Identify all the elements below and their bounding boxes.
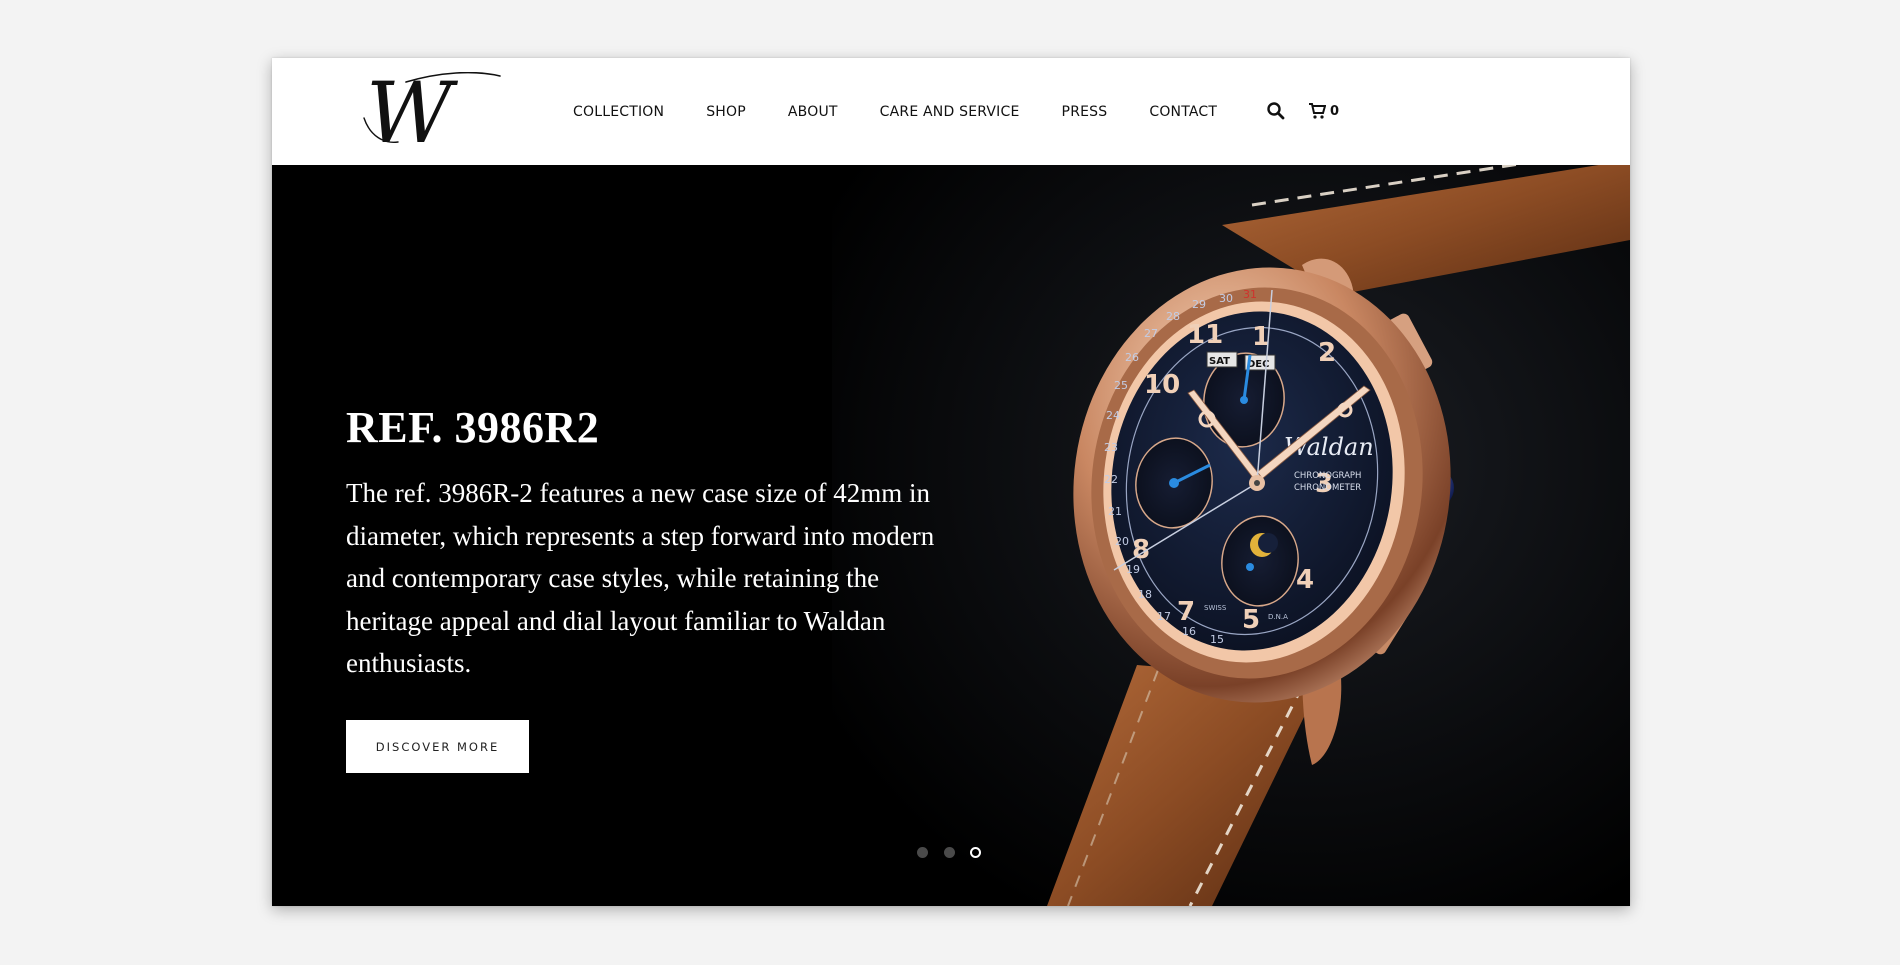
nav-about[interactable]: ABOUT bbox=[788, 104, 838, 120]
svg-text:21: 21 bbox=[1108, 505, 1122, 518]
svg-text:15: 15 bbox=[1210, 633, 1224, 646]
svg-text:CHRONOMETER: CHRONOMETER bbox=[1294, 483, 1361, 493]
svg-text:7: 7 bbox=[1177, 597, 1195, 627]
cart-button[interactable]: 0 bbox=[1308, 100, 1339, 122]
svg-text:18: 18 bbox=[1138, 588, 1152, 601]
logo-letter: W bbox=[366, 72, 459, 152]
svg-text:D.N.A: D.N.A bbox=[1268, 613, 1288, 621]
svg-text:SAT: SAT bbox=[1209, 356, 1230, 367]
svg-text:17: 17 bbox=[1157, 610, 1171, 623]
nav-shop[interactable]: SHOP bbox=[706, 104, 746, 120]
svg-text:24: 24 bbox=[1106, 409, 1120, 422]
nav-contact[interactable]: CONTACT bbox=[1149, 104, 1217, 120]
cart-count: 0 bbox=[1330, 103, 1340, 119]
page-frame: W COLLECTION SHOP ABOUT CARE AND SERVICE… bbox=[272, 58, 1630, 906]
svg-text:5: 5 bbox=[1242, 605, 1260, 635]
svg-text:22: 22 bbox=[1104, 473, 1118, 486]
svg-text:4: 4 bbox=[1296, 565, 1314, 595]
svg-text:27: 27 bbox=[1144, 327, 1158, 340]
svg-text:11: 11 bbox=[1187, 320, 1223, 350]
svg-text:CHRONOGRAPH: CHRONOGRAPH bbox=[1294, 471, 1361, 481]
slider-dots bbox=[917, 845, 1007, 861]
slider-dot-3-active[interactable] bbox=[970, 847, 981, 858]
site-header: W COLLECTION SHOP ABOUT CARE AND SERVICE… bbox=[272, 58, 1630, 165]
svg-text:2: 2 bbox=[1318, 338, 1336, 368]
svg-text:30: 30 bbox=[1219, 292, 1233, 305]
discover-more-button[interactable]: DISCOVER MORE bbox=[346, 720, 529, 773]
svg-text:26: 26 bbox=[1125, 351, 1139, 364]
hero-description: The ref. 3986R-2 features a new case siz… bbox=[346, 478, 935, 678]
nav-collection[interactable]: COLLECTION bbox=[573, 104, 664, 120]
logo-monogram[interactable]: W bbox=[362, 72, 502, 152]
search-icon[interactable] bbox=[1266, 101, 1286, 121]
nav-press[interactable]: PRESS bbox=[1062, 104, 1108, 120]
svg-text:SWISS: SWISS bbox=[1204, 604, 1227, 612]
slider-dot-1[interactable] bbox=[917, 847, 928, 858]
svg-text:25: 25 bbox=[1114, 379, 1128, 392]
svg-text:28: 28 bbox=[1166, 310, 1180, 323]
slider-dot-2[interactable] bbox=[944, 847, 955, 858]
svg-text:16: 16 bbox=[1182, 625, 1196, 638]
hero-title: REF. 3986R2 bbox=[346, 403, 600, 452]
svg-text:31: 31 bbox=[1243, 288, 1257, 301]
svg-text:19: 19 bbox=[1126, 563, 1140, 576]
svg-text:29: 29 bbox=[1192, 298, 1206, 311]
hero-slider: 1 2 3 4 5 7 8 10 11 30 29 28 27 26 25 24 23 22… bbox=[272, 165, 1630, 906]
svg-text:20: 20 bbox=[1115, 535, 1129, 548]
cart-icon bbox=[1309, 103, 1326, 119]
nav-care-and-service[interactable]: CARE AND SERVICE bbox=[880, 104, 1020, 120]
main-nav: COLLECTION SHOP ABOUT CARE AND SERVICE P… bbox=[573, 58, 1217, 165]
svg-text:10: 10 bbox=[1144, 370, 1180, 400]
svg-text:23: 23 bbox=[1104, 441, 1118, 454]
